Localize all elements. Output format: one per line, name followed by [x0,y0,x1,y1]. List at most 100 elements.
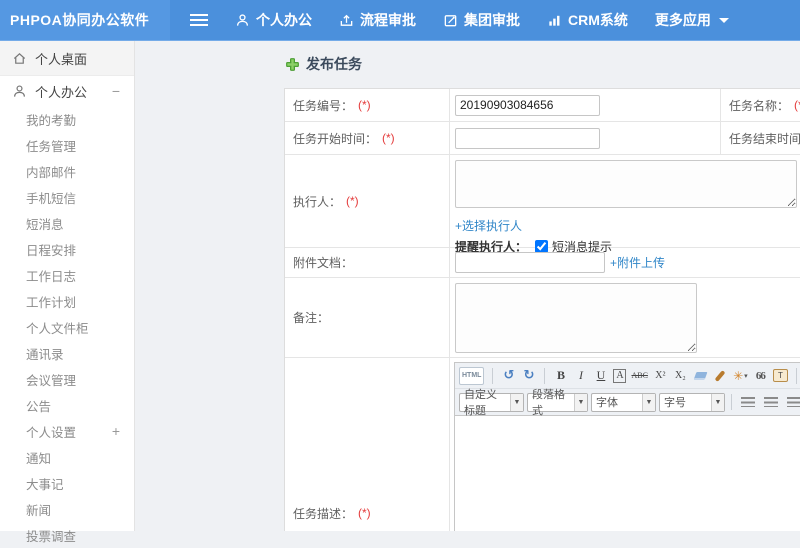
end-time-label: 任务结束时间： [729,131,800,146]
toolbar-separator [544,367,546,384]
sidebar-item-label: 内部邮件 [26,165,77,180]
sidebar-item-mobile-sms[interactable]: 手机短信 [0,184,134,210]
superscript-button[interactable]: X² [653,367,668,385]
form-row-remark: 备注： [285,278,800,358]
start-time-input[interactable] [455,127,600,149]
page-title: 发布任务 [286,54,362,74]
sidebar-item-internal-mail[interactable]: 内部邮件 [0,158,134,184]
executor-textarea[interactable] [455,160,797,208]
underline-button[interactable]: U [593,367,608,385]
hamburger-menu-icon[interactable] [190,14,208,26]
top-nav: 个人办公 流程审批 集团审批 CRM系统 更多应用 [235,0,729,40]
toolbar-separator [795,367,797,384]
sidebar-item-meeting-management[interactable]: 会议管理 [0,366,134,392]
font-size-dropdown[interactable]: 字号 ▼ [659,392,725,412]
sidebar-item-label: 我的考勤 [26,113,77,128]
expand-icon[interactable]: + [112,424,120,438]
sidebar-item-work-plan[interactable]: 工作计划 [0,288,134,314]
sidebar-item-label: 短消息 [26,217,64,232]
caret-down-icon: ▾ [744,371,748,380]
eraser-icon[interactable] [693,367,708,385]
collapse-icon[interactable]: − [112,84,120,98]
sidebar-item-task-management[interactable]: 任务管理 [0,132,134,158]
custom-title-dropdown[interactable]: 自定义标题 ▼ [459,389,524,417]
sidebar-item-label: 个人桌面 [35,51,88,67]
font-frame-button[interactable]: A [613,368,627,383]
nav-label: 更多应用 [654,12,711,28]
home-icon [13,52,26,64]
sidebar-item-my-attendance[interactable]: 我的考勤 [0,106,134,132]
undo-icon[interactable]: ↺ [501,367,516,385]
nav-process-approval[interactable]: 流程审批 [339,10,416,30]
align-left-icon[interactable] [741,397,755,407]
start-time-label: 任务开始时间： [293,131,378,146]
task-no-input[interactable] [455,94,600,116]
form-row-times: 任务开始时间： (*) 任务结束时间： (*) [285,122,800,155]
nav-crm-system[interactable]: CRM系统 [547,10,628,30]
caret-down-icon [718,17,729,23]
attachment-upload-link[interactable]: +附件上传 [610,254,665,271]
blockquote-button[interactable]: 66 [753,367,768,385]
choose-executor-link[interactable]: +选择执行人 [455,217,800,234]
strikethrough-button[interactable]: ABC [631,367,647,385]
form-row-task-no: 任务编号： (*) 任务名称： (*) [285,89,800,122]
bar-chart-icon [549,15,560,26]
sidebar-item-schedule[interactable]: 日程安排 [0,236,134,262]
caret-down-icon: ▼ [574,393,587,411]
remark-textarea[interactable] [455,283,697,353]
paste-from-word-icon[interactable]: T [772,367,788,385]
sidebar-item-personal-files[interactable]: 个人文件柜 [0,314,134,340]
align-right-icon[interactable] [787,397,800,407]
required-mark: (*) [358,506,371,520]
sidebar-item-milestones[interactable]: 大事记 [0,470,134,496]
sidebar-item-label: 任务管理 [26,139,77,154]
editor-toolbar-row1: HTML ↺ ↻ B I U A ABC X² X₂ ✳ ▾ 66 T [455,363,800,388]
bold-button[interactable]: B [553,367,568,385]
nav-group-approval[interactable]: 集团审批 [443,10,520,30]
form-row-description: 任务描述： (*) HTML ↺ ↻ B I U A ABC X² X₂ ✳ ▾… [285,358,800,531]
sidebar-item-vote-survey[interactable]: 投票调查 [0,522,134,548]
align-center-icon[interactable] [764,397,778,407]
attachment-input[interactable] [455,252,605,273]
caret-down-icon: ▼ [642,393,655,411]
edit-square-icon [444,14,457,26]
sidebar-item-label: 个人办公 [35,84,88,100]
sidebar-item-announcement[interactable]: 公告 [0,392,134,418]
sidebar-item-personal-office[interactable]: 个人办公 − [0,76,134,106]
sidebar-item-contacts[interactable]: 通讯录 [0,340,134,366]
sidebar-item-short-message[interactable]: 短消息 [0,210,134,236]
nav-personal-office[interactable]: 个人办公 [235,10,312,30]
nav-label: 流程审批 [360,12,416,28]
sidebar-item-label: 个人设置 [26,425,77,440]
html-source-button[interactable]: HTML [459,366,485,385]
font-family-dropdown[interactable]: 字体 ▼ [591,392,656,412]
redo-icon[interactable]: ↻ [521,367,536,385]
attachment-label: 附件文档： [293,256,354,270]
sidebar-item-personal-desktop[interactable]: 个人桌面 [0,41,134,76]
main-content: 发布任务 任务编号： (*) 任务名称： (*) 任务开始时间： (*) [136,41,800,531]
editor-content-area[interactable] [455,415,800,531]
nav-more-apps[interactable]: 更多应用 [655,10,729,30]
sidebar-item-label: 日程安排 [26,243,77,258]
insert-wand-icon[interactable]: ✳ ▾ [733,367,748,385]
remark-label: 备注： [293,311,330,325]
sidebar-item-label: 个人文件柜 [26,321,89,336]
sidebar-item-work-log[interactable]: 工作日志 [0,262,134,288]
paragraph-format-dropdown[interactable]: 段落格式 ▼ [527,389,588,417]
subscript-button[interactable]: X₂ [673,367,688,385]
rich-text-editor: HTML ↺ ↻ B I U A ABC X² X₂ ✳ ▾ 66 T 自定义标… [454,362,800,531]
nav-label: 个人办公 [256,12,312,28]
italic-button[interactable]: I [573,367,588,385]
sidebar-item-label: 工作日志 [26,269,77,284]
format-brush-icon[interactable] [713,367,728,385]
user-icon [14,84,25,97]
sidebar-item-label: 手机短信 [26,191,77,206]
user-icon [236,13,249,26]
executor-label: 执行人： [293,194,342,209]
sidebar-item-personal-settings[interactable]: 个人设置 + [0,418,134,444]
sidebar-item-label: 通知 [26,451,52,466]
required-mark: (*) [358,98,371,112]
sidebar-item-news[interactable]: 新闻 [0,496,134,522]
required-mark: (*) [382,131,395,145]
sidebar-item-notice[interactable]: 通知 [0,444,134,470]
